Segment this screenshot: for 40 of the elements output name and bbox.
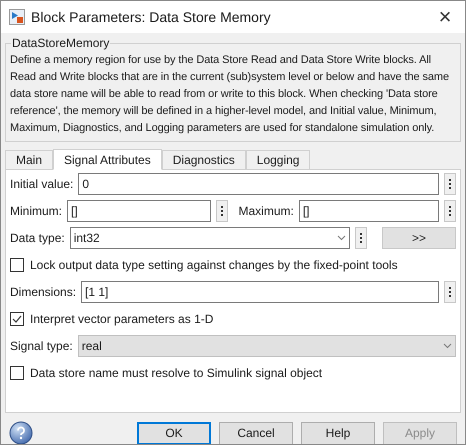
checkbox-label: Lock output data type setting against changes by the fixed-point tools — [30, 257, 398, 274]
field-label: Dimensions: — [10, 284, 76, 301]
tab[interactable]: Logging — [246, 150, 310, 169]
field-label: Maximum: — [238, 203, 294, 220]
tab[interactable]: Diagnostics — [162, 150, 246, 169]
group-title: DataStoreMemory — [11, 36, 110, 51]
window-title: Block Parameters: Data Store Memory — [31, 8, 272, 27]
chevron-down-icon — [443, 343, 452, 349]
checkbox-label: Interpret vector parameters as 1-D — [30, 311, 214, 328]
expand-button[interactable]: >> — [382, 227, 456, 249]
options-button[interactable] — [444, 173, 456, 195]
checkbox-label: Data store name must resolve to Simulink signal object — [30, 365, 322, 382]
options-button[interactable] — [355, 227, 367, 249]
options-button[interactable] — [444, 200, 456, 222]
checkbox[interactable] — [10, 366, 24, 380]
description-text: Define a memory region for use by the Data Store Read and Data Store Write blocks. All Read and Write blocks that are in the current (sub)system level or below and have the same data store name will be able to read from or write to this block. When checking 'Data store reference', the memory will be defined in a higher-level model, and Initial value, Minimum, Maximum, Diagnostics, and Logging parameters are used for standalone simulation only. — [10, 53, 450, 136]
tab[interactable]: Main — [5, 150, 54, 169]
input-field[interactable]: [1 1] — [81, 281, 439, 303]
block-icon — [9, 9, 25, 25]
options-button[interactable] — [444, 281, 456, 303]
input-field[interactable]: 0 — [78, 173, 439, 195]
field-label: Initial value: — [10, 176, 74, 193]
checkbox[interactable] — [10, 258, 24, 272]
field-label: Data type: — [10, 230, 65, 247]
input-field[interactable]: [] — [298, 200, 439, 222]
help-icon[interactable] — [9, 421, 33, 444]
options-button[interactable] — [216, 200, 228, 222]
checkmark-icon — [12, 315, 22, 323]
dialog-button[interactable]: Help — [301, 422, 375, 444]
tab[interactable]: Signal Attributes — [53, 149, 162, 170]
close-button[interactable]: × — [433, 6, 457, 28]
dialog-button[interactable]: OK — [137, 422, 211, 444]
dialog-button[interactable]: Cancel — [219, 422, 293, 444]
field-label: Minimum: — [10, 203, 62, 220]
input-field[interactable]: [] — [67, 200, 210, 222]
chevron-down-icon — [337, 235, 346, 241]
checkbox[interactable] — [10, 312, 24, 326]
dropdown[interactable]: int32 — [70, 227, 350, 249]
dropdown[interactable]: real — [78, 335, 456, 357]
field-label: Signal type: — [10, 338, 73, 355]
